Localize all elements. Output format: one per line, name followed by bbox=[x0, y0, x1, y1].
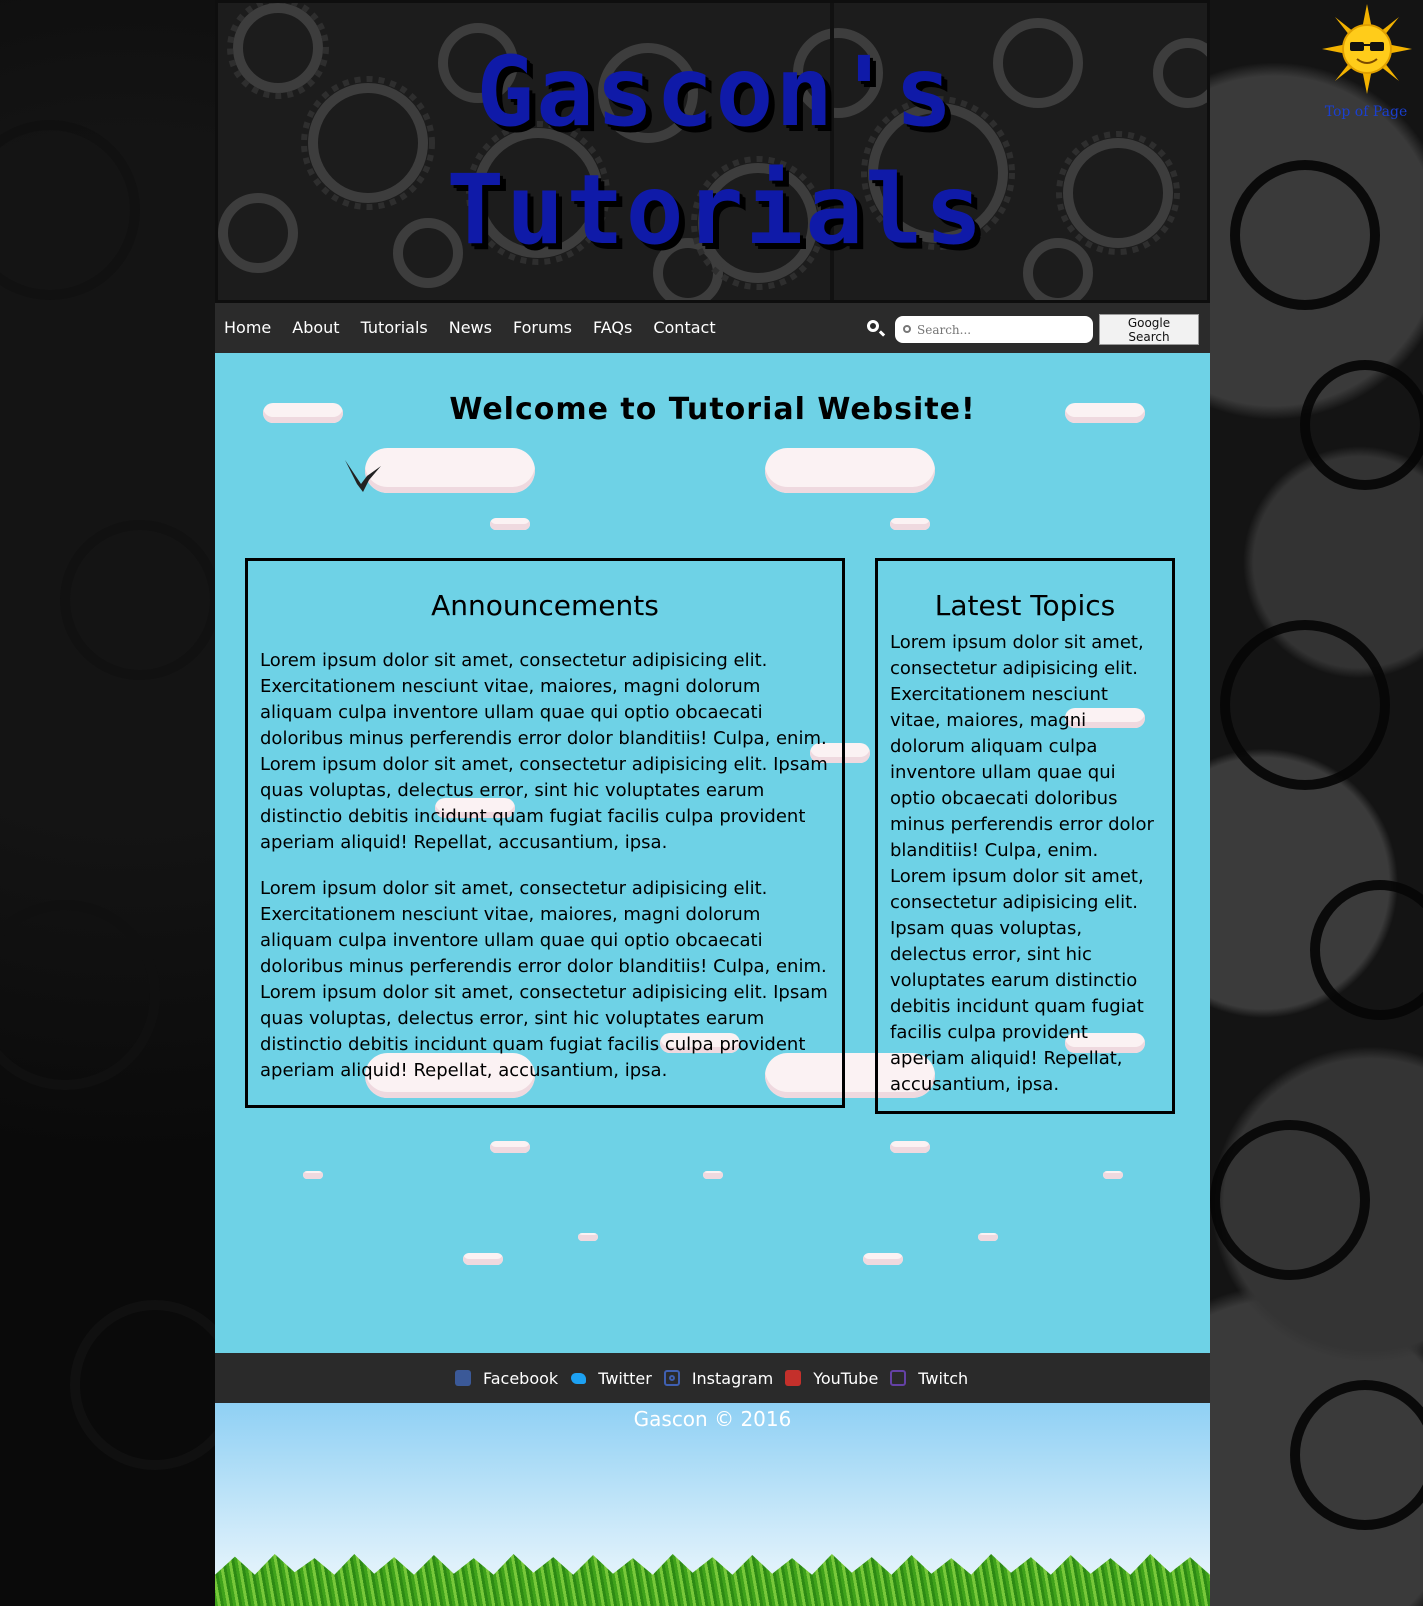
bird-icon bbox=[345, 460, 381, 492]
nav-item-tutorials[interactable]: Tutorials bbox=[361, 303, 428, 353]
welcome-heading: Welcome to Tutorial Website! bbox=[449, 392, 976, 427]
latest-topics-text: Lorem ipsum dolor sit amet, consectetur … bbox=[890, 632, 1154, 1095]
top-of-page-label: Top of Page bbox=[1324, 104, 1408, 120]
main-navigation: Home About Tutorials News Forums FAQs Co… bbox=[215, 303, 1210, 353]
announcements-title: Announcements bbox=[431, 589, 659, 622]
twitter-icon bbox=[570, 1370, 587, 1386]
social-label: Instagram bbox=[691, 1368, 774, 1388]
search-icon[interactable] bbox=[867, 320, 879, 332]
twitch-icon bbox=[890, 1370, 907, 1386]
social-link-instagram[interactable]: Instagram bbox=[663, 1368, 774, 1388]
nav-item-faqs[interactable]: FAQs bbox=[593, 303, 632, 353]
site-title-line2: Tutorials bbox=[446, 154, 985, 266]
nav-item-about[interactable]: About bbox=[292, 303, 339, 353]
left-ornamental-background bbox=[0, 0, 215, 1606]
announcements-panel: Announcements Lorem ipsum dolor sit amet… bbox=[245, 558, 845, 1108]
site-title-line1: Gascon's bbox=[476, 36, 955, 148]
youtube-icon bbox=[785, 1370, 802, 1386]
nav-item-news[interactable]: News bbox=[449, 303, 492, 353]
social-link-facebook[interactable]: Facebook bbox=[455, 1369, 558, 1388]
page-container: Gascon's Tutorials Home About Tutorials … bbox=[215, 0, 1210, 1606]
announcement-paragraph: Lorem ipsum dolor sit amet, consectetur … bbox=[260, 650, 828, 853]
search-input[interactable] bbox=[895, 316, 1093, 343]
nav-item-contact[interactable]: Contact bbox=[653, 303, 715, 353]
nav-item-forums[interactable]: Forums bbox=[513, 303, 572, 353]
social-footer-bar: Facebook Twitter Instagram YouTube Twitc… bbox=[215, 1353, 1210, 1403]
site-header: Gascon's Tutorials bbox=[215, 0, 1210, 303]
social-label: Facebook bbox=[483, 1368, 559, 1388]
copyright-text: Gascon © 2016 bbox=[633, 1407, 792, 1431]
top-of-page-link[interactable]: Top of Page bbox=[1316, 0, 1412, 125]
latest-topics-panel: Latest Topics Lorem ipsum dolor sit amet… bbox=[875, 558, 1175, 1114]
sun-icon bbox=[1322, 4, 1412, 94]
latest-topics-title: Latest Topics bbox=[934, 589, 1116, 622]
right-ornamental-background bbox=[1210, 0, 1423, 1606]
facebook-icon bbox=[455, 1370, 471, 1386]
social-link-twitter[interactable]: Twitter bbox=[570, 1369, 652, 1388]
grass-decoration bbox=[215, 1554, 1210, 1606]
announcement-paragraph: Lorem ipsum dolor sit amet, consectetur … bbox=[260, 878, 828, 1081]
social-label: YouTube bbox=[813, 1368, 879, 1388]
search-field-icon bbox=[903, 325, 911, 333]
social-link-youtube[interactable]: YouTube bbox=[785, 1369, 878, 1388]
social-link-twitch[interactable]: Twitch bbox=[890, 1369, 968, 1388]
social-label: Twitch bbox=[918, 1368, 969, 1388]
nav-menu: Home About Tutorials News Forums FAQs Co… bbox=[224, 303, 737, 353]
social-label: Twitter bbox=[598, 1368, 652, 1388]
instagram-icon bbox=[663, 1370, 680, 1386]
google-search-button[interactable]: Google Search bbox=[1099, 314, 1199, 345]
nav-item-home[interactable]: Home bbox=[224, 303, 271, 353]
social-links: Facebook Twitter Instagram YouTube Twitc… bbox=[455, 1353, 980, 1403]
site-title: Gascon's Tutorials bbox=[218, 33, 1207, 269]
footer-sky bbox=[215, 1403, 1210, 1606]
